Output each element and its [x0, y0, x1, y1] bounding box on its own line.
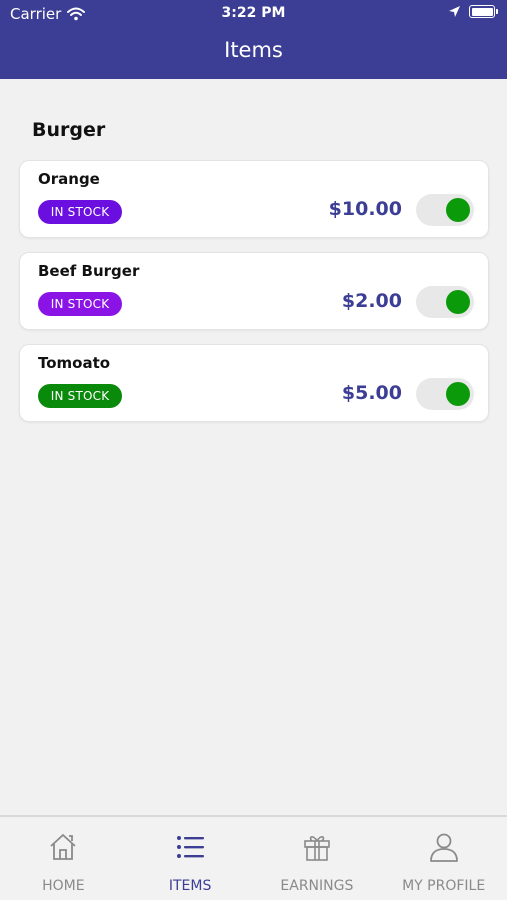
stock-badge: IN STOCK [38, 200, 122, 224]
availability-toggle[interactable] [416, 378, 474, 410]
item-card[interactable]: Tomoato IN STOCK $5.00 [19, 344, 489, 422]
tab-home[interactable]: HOME [0, 817, 127, 900]
battery-icon [469, 5, 498, 18]
tab-label: MY PROFILE [402, 878, 486, 894]
home-icon [50, 834, 76, 860]
status-right [448, 5, 498, 18]
toggle-knob [446, 198, 470, 222]
status-time: 3:22 PM [221, 5, 286, 21]
tab-earnings[interactable]: EARNINGS [254, 817, 381, 900]
item-name: Beef Burger [38, 262, 140, 280]
user-icon [429, 833, 458, 862]
item-card[interactable]: Orange IN STOCK $10.00 [19, 160, 489, 238]
tab-label: ITEMS [168, 878, 212, 894]
item-name: Tomoato [38, 354, 111, 372]
item-name: Orange [38, 170, 100, 188]
availability-toggle[interactable] [416, 194, 474, 226]
page-title: Items [224, 38, 283, 62]
stock-badge: IN STOCK [38, 292, 122, 316]
tab-my-profile[interactable]: MY PROFILE [380, 817, 507, 900]
list-icon [177, 836, 205, 858]
stock-badge: IN STOCK [38, 384, 122, 408]
item-price: $10.00 [328, 198, 402, 220]
tab-bar: HOME ITEMS EARNINGS MY PROFILE [0, 815, 507, 900]
item-price: $2.00 [341, 290, 402, 312]
toggle-knob [446, 290, 470, 314]
availability-toggle[interactable] [416, 286, 474, 318]
item-price: $5.00 [341, 382, 402, 404]
tab-label: EARNINGS [280, 878, 354, 894]
section-title: Burger [32, 119, 106, 141]
tab-label: HOME [42, 878, 85, 894]
toggle-knob [446, 382, 470, 406]
item-card[interactable]: Beef Burger IN STOCK $2.00 [19, 252, 489, 330]
tab-items[interactable]: ITEMS [127, 817, 254, 900]
app-header: Carrier 3:22 PM Items [0, 0, 507, 79]
location-arrow-icon [449, 6, 460, 17]
gift-icon [304, 836, 330, 861]
status-bar: Carrier 3:22 PM [0, 0, 507, 28]
